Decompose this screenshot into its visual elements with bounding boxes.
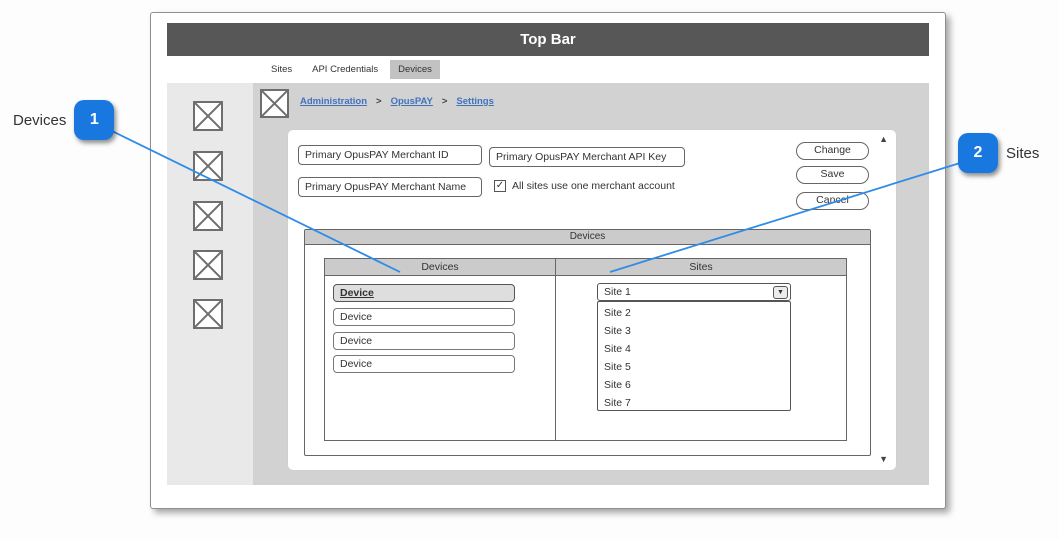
site-options-list: Site 2 Site 3 Site 4 Site 5 Site 6 Site … (597, 301, 791, 411)
devices-group-title: Devices (305, 230, 870, 245)
image-placeholder-icon (193, 101, 223, 131)
site-option[interactable]: Site 7 (598, 394, 790, 411)
breadcrumb-separator: > (376, 96, 382, 107)
settings-panel: Primary OpusPAY Merchant ID Primary Opus… (287, 129, 897, 471)
device-list-item[interactable]: Device (333, 284, 515, 302)
site-dropdown[interactable]: Site 1 ▼ (597, 283, 791, 301)
change-button[interactable]: Change (796, 142, 869, 160)
site-option[interactable]: Site 5 (598, 358, 790, 376)
device-list-item[interactable]: Device (333, 308, 515, 326)
tab-api-credentials[interactable]: API Credentials (304, 60, 386, 79)
tab-sites[interactable]: Sites (263, 60, 300, 79)
image-placeholder-icon (193, 151, 223, 181)
callout-sites: 2 Sites (958, 133, 1039, 173)
breadcrumb-link-opuspay[interactable]: OpusPAY (391, 96, 433, 107)
tab-devices[interactable]: Devices (390, 60, 440, 79)
top-bar: Top Bar (167, 23, 929, 56)
app-window: Top Bar Sites API Credentials Devices Ad… (150, 12, 946, 509)
breadcrumb-link-settings[interactable]: Settings (456, 96, 493, 107)
cancel-button[interactable]: Cancel (796, 192, 869, 210)
callout-devices: Devices 1 (13, 100, 114, 140)
breadcrumb: Administration > OpusPAY > Settings (300, 96, 494, 107)
one-merchant-account-checkbox-row: ✓ All sites use one merchant account (494, 180, 675, 192)
page: Devices 1 2 Sites Top Bar Sites API Cred… (0, 0, 1059, 539)
column-divider (555, 276, 556, 440)
sidebar (167, 83, 253, 485)
image-placeholder-icon (260, 89, 289, 118)
devices-sites-table: Devices Sites Device Device Device Devic… (324, 258, 847, 441)
merchant-id-input[interactable]: Primary OpusPAY Merchant ID (298, 145, 482, 165)
device-list-item[interactable]: Device (333, 355, 515, 373)
site-option[interactable]: Site 2 (598, 304, 790, 322)
dropdown-arrow-icon[interactable]: ▼ (773, 286, 788, 299)
callout-sites-label: Sites (1006, 145, 1039, 162)
breadcrumb-separator: > (442, 96, 448, 107)
device-list-item[interactable]: Device (333, 332, 515, 350)
save-button[interactable]: Save (796, 166, 869, 184)
content-area: Administration > OpusPAY > Settings Prim… (167, 83, 929, 485)
callout-badge-2: 2 (958, 133, 998, 173)
callout-devices-label: Devices (13, 112, 66, 129)
site-dropdown-value: Site 1 (604, 286, 631, 298)
devices-group: Devices Devices Sites Device Device Devi… (304, 229, 871, 456)
table-header-row: Devices Sites (325, 259, 846, 276)
breadcrumb-link-administration[interactable]: Administration (300, 96, 367, 107)
checkbox-icon[interactable]: ✓ (494, 180, 506, 192)
image-placeholder-icon (193, 201, 223, 231)
merchant-name-input[interactable]: Primary OpusPAY Merchant Name (298, 177, 482, 197)
scroll-down-icon[interactable]: ▼ (879, 454, 888, 464)
site-option[interactable]: Site 6 (598, 376, 790, 394)
image-placeholder-icon (193, 299, 223, 329)
checkbox-label: All sites use one merchant account (512, 180, 675, 192)
tab-strip: Sites API Credentials Devices (167, 56, 929, 83)
callout-badge-1: 1 (74, 100, 114, 140)
merchant-api-key-input[interactable]: Primary OpusPAY Merchant API Key (489, 147, 685, 167)
image-placeholder-icon (193, 250, 223, 280)
scroll-up-icon[interactable]: ▲ (879, 134, 888, 144)
site-option[interactable]: Site 3 (598, 322, 790, 340)
site-option[interactable]: Site 4 (598, 340, 790, 358)
devices-column-header: Devices (325, 259, 555, 275)
top-bar-title: Top Bar (520, 31, 576, 48)
sites-column-header: Sites (555, 259, 846, 275)
